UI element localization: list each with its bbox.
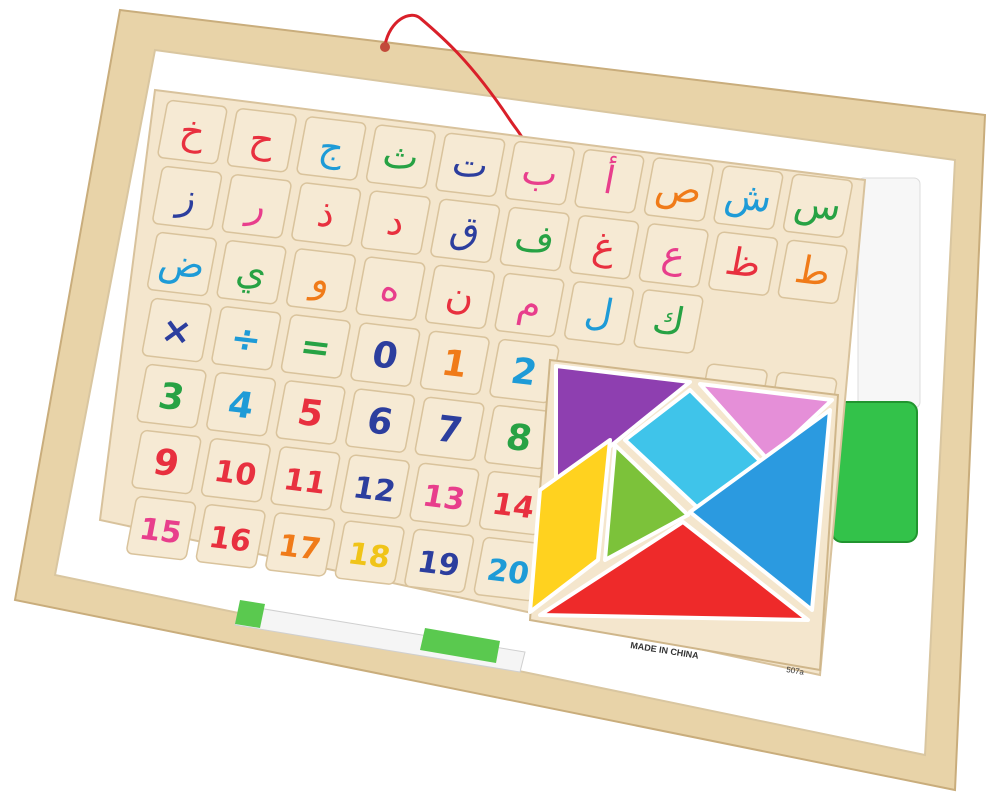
letter-tile[interactable]: ن bbox=[425, 264, 495, 330]
number-tile[interactable]: 5 bbox=[275, 380, 346, 445]
letter-tile[interactable]: ب bbox=[504, 140, 575, 206]
symbol-tile[interactable]: 0 bbox=[350, 322, 421, 387]
letter-tile[interactable]: ه bbox=[355, 256, 426, 321]
number-tile[interactable]: 18 bbox=[334, 520, 405, 585]
letter-tile[interactable]: ظ bbox=[708, 231, 779, 296]
tile-label: 10 bbox=[211, 454, 259, 493]
letter-tile[interactable]: ث bbox=[365, 124, 436, 189]
letter-tile[interactable]: ف bbox=[499, 206, 570, 272]
scene: خحجثتبأصشسزرذدقفغعظطضيوهنملك×÷=012+−3456… bbox=[0, 0, 1000, 799]
number-tile[interactable]: 10 bbox=[200, 438, 271, 503]
tile-label: ش bbox=[721, 172, 775, 221]
letter-tile[interactable]: ك bbox=[633, 289, 704, 354]
board-illustration: خحجثتبأصشسزرذدقفغعظطضيوهنملك×÷=012+−3456… bbox=[13, 8, 987, 792]
letter-tile[interactable]: ر bbox=[221, 174, 292, 239]
tile-label: 17 bbox=[276, 528, 324, 567]
symbol-tile[interactable]: × bbox=[141, 297, 212, 363]
letter-tile[interactable]: ق bbox=[430, 198, 501, 264]
tile-label: 13 bbox=[420, 479, 468, 518]
number-tile[interactable]: 6 bbox=[345, 388, 416, 453]
number-tile[interactable]: 11 bbox=[270, 446, 341, 511]
letter-tile[interactable]: ص bbox=[643, 157, 714, 222]
number-tile[interactable]: 16 bbox=[195, 504, 266, 569]
symbol-tile[interactable]: = bbox=[280, 314, 351, 379]
tile-label: 14 bbox=[489, 487, 537, 526]
tile-label: ض bbox=[155, 239, 209, 289]
tile-label: 15 bbox=[137, 512, 185, 551]
letter-tile[interactable]: خ bbox=[157, 99, 228, 165]
tile-label: 16 bbox=[206, 520, 254, 559]
tile-label: 11 bbox=[281, 462, 329, 501]
letter-tile[interactable]: ح bbox=[226, 108, 297, 173]
symbol-tile[interactable]: 1 bbox=[419, 330, 490, 396]
letter-tile[interactable]: م bbox=[494, 272, 565, 338]
letter-tile[interactable]: ش bbox=[713, 165, 784, 230]
letter-tile[interactable]: و bbox=[286, 248, 356, 313]
letter-tile[interactable]: ض bbox=[147, 231, 217, 297]
number-tile[interactable]: 12 bbox=[339, 454, 410, 519]
letter-tile[interactable]: ت bbox=[435, 132, 506, 198]
letter-tile[interactable]: س bbox=[782, 173, 853, 239]
number-tile[interactable]: 13 bbox=[409, 462, 480, 528]
letter-tile[interactable]: د bbox=[360, 190, 431, 255]
tile-label: 18 bbox=[345, 536, 393, 575]
letter-tile[interactable]: ز bbox=[152, 165, 223, 231]
string-knot-icon bbox=[380, 42, 390, 52]
green-eraser[interactable] bbox=[831, 401, 918, 543]
number-tile[interactable]: 15 bbox=[126, 495, 197, 561]
letter-tile[interactable]: غ bbox=[569, 215, 640, 280]
letter-tile[interactable]: ذ bbox=[291, 182, 362, 247]
number-tile[interactable]: 4 bbox=[206, 372, 277, 437]
number-tile[interactable]: 17 bbox=[265, 512, 336, 577]
tile-label: ف bbox=[511, 214, 558, 262]
letter-tile[interactable]: ج bbox=[296, 116, 367, 181]
number-tile[interactable]: 19 bbox=[404, 528, 475, 594]
letter-tile[interactable]: ل bbox=[564, 281, 634, 346]
symbol-tile[interactable]: ÷ bbox=[211, 306, 282, 371]
eraser-holder[interactable] bbox=[857, 177, 921, 409]
tile-label: ص bbox=[652, 164, 706, 214]
letter-tile[interactable]: ي bbox=[216, 240, 287, 305]
number-tile[interactable]: 7 bbox=[414, 396, 485, 462]
letter-tile[interactable]: أ bbox=[574, 149, 645, 214]
tile-label: 19 bbox=[415, 545, 463, 584]
letter-tile[interactable]: ط bbox=[777, 239, 848, 305]
number-tile[interactable]: 9 bbox=[131, 429, 202, 495]
tile-label: 12 bbox=[350, 470, 398, 509]
letter-tile[interactable]: ع bbox=[638, 223, 709, 288]
tile-label: س bbox=[791, 181, 845, 230]
number-tile[interactable]: 3 bbox=[136, 363, 207, 429]
tile-label: 20 bbox=[484, 553, 532, 592]
tangram-layer bbox=[528, 358, 840, 672]
